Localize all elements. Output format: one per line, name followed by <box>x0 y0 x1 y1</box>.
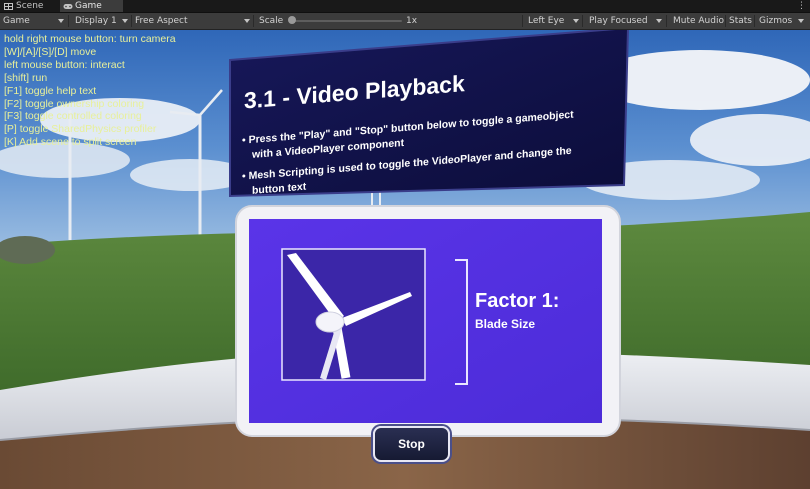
play-mode-dropdown[interactable]: Play Focused <box>589 13 648 29</box>
scale-value-text: 1x <box>406 16 418 26</box>
stats-label: Stats <box>729 16 752 26</box>
tab-game[interactable]: Game <box>60 0 123 12</box>
scale-label-text: Scale <box>259 16 284 26</box>
chevron-down-icon <box>798 19 804 23</box>
help-text-overlay: hold right mouse button: turn camera [W]… <box>4 33 176 149</box>
toolbar-divider <box>582 15 583 27</box>
toolbar-divider <box>68 15 69 27</box>
display-label: Display 1 <box>75 16 117 26</box>
editor-tab-bar: Scene Game ⋮ <box>0 0 810 13</box>
gizmos-label: Gizmos <box>759 16 793 26</box>
bullet-dot: • <box>242 134 249 147</box>
info-bullet-1-line-1: Press the "Play" and "Stop" button below… <box>248 108 574 147</box>
help-line: [F3] toggle controlled coloring <box>4 110 142 123</box>
stop-button[interactable]: Stop <box>373 426 450 462</box>
toolbar-divider <box>754 15 755 27</box>
info-panel: 3.1 - Video Playback • Press the "Play" … <box>238 30 618 200</box>
stop-button-label: Stop <box>398 437 425 451</box>
video-heading: Factor 1: <box>475 290 560 312</box>
chevron-down-icon <box>656 19 662 23</box>
toolbar-divider <box>253 15 254 27</box>
help-line: [P] toggle SharedPhysics profiler <box>4 123 157 136</box>
more-options-icon[interactable]: ⋮ <box>797 0 806 12</box>
help-line: hold right mouse button: turn camera <box>4 33 176 45</box>
chevron-down-icon <box>573 19 579 23</box>
tab-game-label: Game <box>75 1 102 11</box>
scale-slider-handle[interactable] <box>288 16 296 24</box>
toolbar-divider <box>666 15 667 27</box>
eye-label: Left Eye <box>528 16 565 26</box>
tab-scene[interactable]: Scene <box>4 0 56 12</box>
help-line: left mouse button: interact <box>4 58 125 71</box>
video-subheading: Blade Size <box>475 317 536 331</box>
stats-toggle[interactable]: Stats <box>729 13 752 29</box>
toolbar-divider <box>725 15 726 27</box>
game-view-dropdown[interactable]: Game <box>3 13 30 29</box>
bullet-dot: • <box>242 170 249 183</box>
aspect-dropdown[interactable]: Free Aspect <box>135 13 188 29</box>
help-line: [K] Add scene to split screen <box>4 136 137 149</box>
scene-grid-icon <box>4 2 13 10</box>
game-view-toolbar: Game Display 1 Free Aspect Scale 1x Left… <box>0 13 810 30</box>
info-panel-title: 3.1 - Video Playback <box>244 70 465 114</box>
toolbar-divider <box>131 15 132 27</box>
display-dropdown[interactable]: Display 1 <box>75 13 117 29</box>
aspect-label: Free Aspect <box>135 16 188 26</box>
mute-audio-label: Mute Audio <box>673 16 724 26</box>
chevron-down-icon <box>122 19 128 23</box>
scale-label: Scale <box>259 13 283 29</box>
eye-dropdown[interactable]: Left Eye <box>528 13 564 29</box>
help-line: [W]/[A]/[S]/[D] move <box>4 45 97 58</box>
chevron-down-icon <box>244 19 250 23</box>
gamepad-icon <box>63 2 73 9</box>
help-line: [F1] toggle help text <box>4 84 97 97</box>
toolbar-divider <box>522 15 523 27</box>
mute-audio-toggle[interactable]: Mute Audio <box>673 13 724 29</box>
scale-value: 1x <box>406 13 417 29</box>
game-view-label: Game <box>3 16 30 26</box>
gizmos-dropdown[interactable]: Gizmos <box>759 13 792 29</box>
play-mode-label: Play Focused <box>589 16 648 26</box>
tab-scene-label: Scene <box>16 1 44 11</box>
scale-slider-track[interactable] <box>292 20 402 22</box>
help-line: [F2] toggle ownership coloring <box>4 97 145 110</box>
chevron-down-icon <box>58 19 64 23</box>
help-line: [shift] run <box>4 71 48 84</box>
info-bullet-2-line-2: button text <box>252 180 307 197</box>
